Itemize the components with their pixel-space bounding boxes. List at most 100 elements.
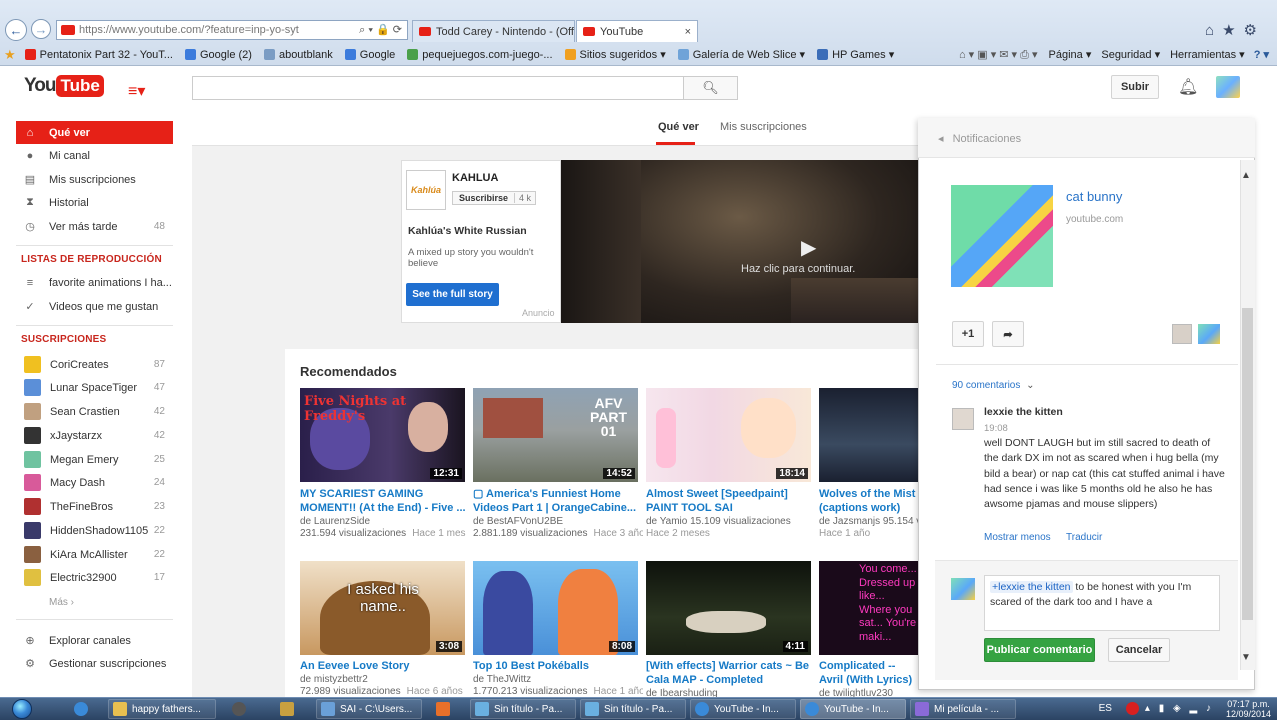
- subscriptions-heading[interactable]: SUSCRIPCIONES: [21, 334, 106, 345]
- comment-time[interactable]: 19:08: [984, 423, 1008, 434]
- comments-toggle[interactable]: 90 comentarios ⌄: [952, 380, 1035, 391]
- sharer-avatar[interactable]: [1198, 324, 1220, 344]
- scroll-up-icon[interactable]: ▲: [1241, 170, 1251, 181]
- search-input[interactable]: [192, 76, 684, 100]
- favorite-link[interactable]: pequejuegos.com-juego-...: [401, 49, 558, 61]
- video-thumbnail[interactable]: I asked his name.. 3:08: [300, 561, 465, 655]
- video-channel[interactable]: de Yamio: [646, 516, 687, 527]
- guide-menu-icon[interactable]: ≡▾: [128, 81, 145, 101]
- reply-input[interactable]: +lexxie the kitten to be honest with you…: [984, 575, 1220, 631]
- sidebar-subscription-item[interactable]: CoriCreates 87: [16, 353, 173, 376]
- notifications-back[interactable]: ◂ Notificaciones: [938, 132, 1021, 145]
- video-thumbnail[interactable]: Five Nights at Freddy's 12:31: [300, 388, 465, 482]
- taskbar-item[interactable]: [428, 699, 458, 719]
- sidebar-subscription-item[interactable]: KiAra McAllister 22: [16, 543, 173, 566]
- sidebar-subscription-item[interactable]: xJaystarzx 42: [16, 424, 173, 447]
- favorite-link[interactable]: Sitios sugeridos ▾: [559, 48, 672, 61]
- tab-what-to-watch[interactable]: Qué ver: [658, 121, 699, 133]
- show-less-link[interactable]: Mostrar menos: [984, 532, 1051, 543]
- sidebar-subscription-item[interactable]: Sean Crastien 42: [16, 400, 173, 423]
- search-button[interactable]: 🔍︎: [683, 76, 738, 100]
- video-title[interactable]: Wolves of the Mist (captions work): [819, 487, 918, 515]
- clock[interactable]: 07:17 p.m. 12/09/2014: [1226, 699, 1271, 719]
- playlists-heading[interactable]: LISTAS DE REPRODUCCIÓN: [21, 254, 162, 265]
- post-title[interactable]: cat bunny: [1066, 189, 1122, 204]
- favorite-link[interactable]: aboutblank: [258, 49, 339, 61]
- favorite-link[interactable]: Google: [339, 49, 401, 61]
- favorite-link[interactable]: Pentatonix Part 32 - YouT...: [19, 49, 179, 61]
- video-title[interactable]: Complicated -- Avril (With Lyrics): [819, 659, 918, 687]
- notifications-bell-icon[interactable]: 🔔︎: [1178, 77, 1198, 97]
- post-comment-button[interactable]: Publicar comentario: [984, 638, 1095, 662]
- taskbar-item[interactable]: [270, 699, 304, 719]
- sidebar-subscription-item[interactable]: Lunar SpaceTiger 47: [16, 376, 173, 399]
- share-button[interactable]: ➦: [992, 321, 1024, 347]
- ad-cta-button[interactable]: See the full story: [406, 283, 499, 306]
- forward-button[interactable]: →: [31, 19, 51, 39]
- sidebar-subscription-item[interactable]: HiddenShadow1105 22: [16, 519, 173, 542]
- comment-author[interactable]: lexxie the kitten: [984, 406, 1063, 418]
- taskbar-item[interactable]: happy fathers...: [108, 699, 216, 719]
- command-icons[interactable]: ⌂ ▾ ▣ ▾ ✉ ▾ ⎙ ▾: [953, 48, 1044, 62]
- favorite-link[interactable]: Google (2): [179, 49, 258, 61]
- account-avatar[interactable]: [1216, 76, 1240, 98]
- ad-video-player[interactable]: ▶ Haz clic para continuar.: [561, 160, 918, 323]
- sidebar-item-watch-later[interactable]: ◷ Ver más tarde 48: [16, 215, 173, 238]
- home-icon[interactable]: ⌂: [1205, 22, 1222, 39]
- sidebar-playlist-item[interactable]: ✓ Videos que me gustan: [16, 295, 173, 318]
- video-thumbnail[interactable]: 4:11: [646, 561, 811, 655]
- taskbar-item[interactable]: YouTube - In...: [690, 699, 796, 719]
- star-icon[interactable]: ★: [1222, 22, 1243, 39]
- ad-brand-logo[interactable]: Kahlúa: [406, 170, 446, 210]
- favorite-link[interactable]: HP Games ▾: [811, 48, 900, 61]
- language-indicator[interactable]: ES: [1099, 703, 1112, 714]
- video-thumbnail[interactable]: AFV PART 01 14:52: [473, 388, 638, 482]
- reply-mention[interactable]: +lexxie the kitten: [990, 581, 1073, 593]
- taskbar-item[interactable]: YouTube - In...: [800, 699, 906, 719]
- video-title[interactable]: Almost Sweet [Speedpaint] PAINT TOOL SAI: [646, 487, 816, 515]
- taskbar-item[interactable]: Sin título - Pa...: [580, 699, 686, 719]
- gear-icon[interactable]: ⚙: [1244, 22, 1265, 39]
- video-channel[interactable]: de mistyzbettr2: [300, 674, 470, 686]
- security-menu[interactable]: Seguridad ▾: [1096, 48, 1165, 61]
- address-actions-icon[interactable]: ⌕ ▾ 🔒 ⟳: [359, 23, 402, 37]
- ad-title[interactable]: Kahlúa's White Russian: [408, 225, 527, 237]
- favorite-link[interactable]: Galería de Web Slice ▾: [672, 48, 811, 61]
- ad-subscribe-button[interactable]: Suscribirse 4 k: [452, 191, 537, 205]
- commenter-avatar[interactable]: [952, 408, 974, 430]
- video-title[interactable]: Top 10 Best Pokéballs: [473, 659, 643, 673]
- sidebar-item-my-channel[interactable]: ● Mi canal: [16, 144, 173, 167]
- cancel-button[interactable]: Cancelar: [1108, 638, 1170, 662]
- video-title[interactable]: [With effects] Warrior cats ~ Be Cala MA…: [646, 659, 816, 687]
- video-title[interactable]: An Eevee Love Story: [300, 659, 470, 673]
- video-channel[interactable]: de Jazsmanjs: [819, 516, 880, 527]
- video-channel[interactable]: de LaurenzSide: [300, 516, 470, 528]
- taskbar-item[interactable]: [222, 699, 256, 719]
- sidebar-item-what-to-watch[interactable]: ⌂ Qué ver: [16, 121, 173, 144]
- sharer-avatar[interactable]: [1172, 324, 1192, 344]
- page-menu[interactable]: Página ▾: [1044, 48, 1097, 61]
- help-icon[interactable]: ? ▾: [1250, 48, 1269, 61]
- taskbar-item[interactable]: Mi película - ...: [910, 699, 1016, 719]
- play-icon[interactable]: ▶: [801, 235, 816, 260]
- sidebar-item-manage-subscriptions[interactable]: ⚙ Gestionar suscripciones: [16, 652, 173, 675]
- sidebar-item-subscriptions[interactable]: ▤ Mis suscripciones: [16, 168, 173, 191]
- taskbar-item[interactable]: Sin título - Pa...: [470, 699, 576, 719]
- browser-tab-todd-carey[interactable]: Todd Carey - Nintendo - (Offic...: [412, 20, 575, 42]
- sidebar-playlist-item[interactable]: ≡ favorite animations I ha...: [16, 271, 173, 294]
- translate-link[interactable]: Traducir: [1066, 532, 1102, 543]
- video-title[interactable]: MY SCARIEST GAMING MOMENT!! (At the End)…: [300, 487, 470, 515]
- video-channel[interactable]: de TheJWittz: [473, 674, 643, 686]
- start-button[interactable]: [2, 697, 42, 720]
- ad-brand-name[interactable]: KAHLUA: [452, 172, 498, 184]
- post-thumbnail[interactable]: [951, 185, 1053, 287]
- back-button[interactable]: ←: [5, 19, 27, 41]
- video-thumbnail[interactable]: You come... Dressed up like... Where you…: [819, 561, 918, 655]
- sidebar-subscription-item[interactable]: Macy Dash 24: [16, 471, 173, 494]
- sidebar-item-history[interactable]: ⧗ Historial: [16, 191, 173, 214]
- sidebar-item-browse-channels[interactable]: ⊕ Explorar canales: [16, 629, 173, 652]
- browser-tab-youtube[interactable]: YouTube ×: [576, 20, 698, 42]
- taskbar-item[interactable]: SAI - C:\Users...: [316, 699, 422, 719]
- close-tab-icon[interactable]: ×: [677, 26, 691, 38]
- sidebar-subscription-item[interactable]: Megan Emery 25: [16, 448, 173, 471]
